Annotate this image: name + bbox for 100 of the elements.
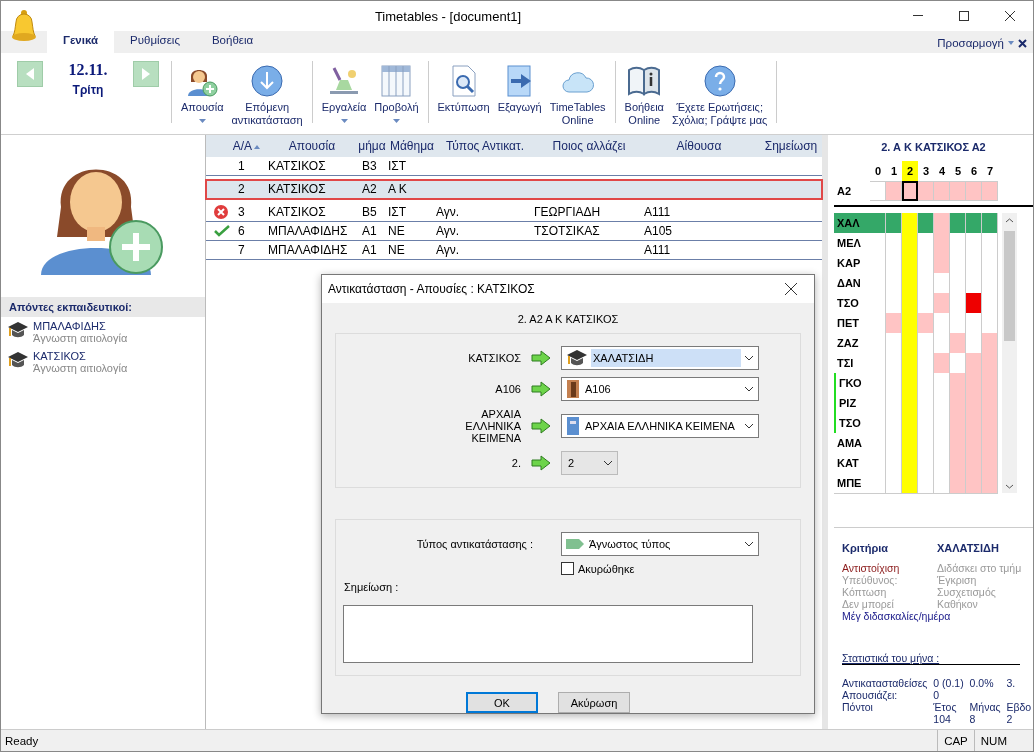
absence-reason: Άγνωστη αιτιολογία xyxy=(33,362,128,374)
door-icon xyxy=(566,379,580,399)
table-cell-text: Αγν. xyxy=(436,224,461,238)
stat-value: 8 xyxy=(969,713,977,725)
period-label: 1 xyxy=(889,164,899,179)
criterion-label: Μέγ διδασκαλίες/ημέρα xyxy=(842,610,951,622)
stat-value: Έτος xyxy=(933,701,958,713)
table-cell-text: ΤΣΟΤΣΙΚΑΣ xyxy=(534,224,601,238)
timetable-cell xyxy=(966,333,982,354)
timetable-cell xyxy=(950,473,966,494)
column-header[interactable]: Α/Α xyxy=(206,139,268,153)
stat-value: Πόντοι xyxy=(842,701,874,713)
dialog-button[interactable]: OK xyxy=(466,692,538,713)
teacher-name[interactable]: ΚΑΤΣΙΚΟΣ xyxy=(33,350,128,362)
stat-value: 104 xyxy=(933,713,952,725)
dropdown-field[interactable]: Α106 xyxy=(561,377,759,401)
column-header[interactable]: Αίθουσα xyxy=(644,139,754,153)
dropdown-field[interactable]: 2 xyxy=(561,451,618,475)
table-cell-text: Α2 xyxy=(361,182,378,196)
customize-menu[interactable]: Προσαρμογή xyxy=(937,37,1004,49)
timetable-cell xyxy=(918,233,934,254)
help-icon xyxy=(703,65,736,97)
table-cell-text: ΓΕΩΡΓΙΑΔΗ xyxy=(534,205,602,219)
timetable-cell xyxy=(950,313,966,334)
ribbon-tab[interactable]: Βοήθεια xyxy=(195,31,270,53)
checkbox[interactable] xyxy=(561,562,574,575)
toolbar-button[interactable]: TimeTables Online xyxy=(545,61,610,127)
arrow-right-icon xyxy=(531,418,551,434)
close-icon[interactable] xyxy=(1018,38,1027,48)
field-label: Α106 xyxy=(494,383,521,395)
dropdown-field[interactable]: ΑΡΧΑΙΑ ΕΛΛΗΝΙΚΑ ΚΕΙΜΕΝΑ xyxy=(561,414,759,438)
criteria-title: Κριτήρια xyxy=(842,542,890,554)
stat-value: 0 xyxy=(933,689,941,701)
criterion-label: Συσχετισμός xyxy=(937,586,997,598)
table-row[interactable]: 2 ΚΑΤΣΙΚΟΣ Α2 Α Κ xyxy=(206,180,822,199)
close-icon[interactable] xyxy=(1005,11,1015,21)
weekday-text: Τρίτη xyxy=(72,83,104,97)
criterion-label: Υπεύθυνος: xyxy=(842,574,898,586)
toolbar-button[interactable]: Βοήθεια Online xyxy=(620,61,668,127)
close-icon[interactable] xyxy=(785,283,797,295)
grid-icon xyxy=(381,65,412,97)
column-header[interactable]: Ποιος αλλάζει xyxy=(534,139,644,153)
chevron-down-icon xyxy=(744,541,754,547)
column-header[interactable]: μήμα xyxy=(356,139,388,153)
criterion-label: Δεν μπορεί xyxy=(842,598,895,610)
section-title: Απόντες εκπαιδευτικοί: xyxy=(1,297,205,317)
table-cell-text: ΚΑΤΣΙΚΟΣ xyxy=(268,182,327,196)
timetable-cell xyxy=(886,473,902,494)
error-icon xyxy=(214,205,228,219)
timetable-cell xyxy=(966,353,982,374)
dialog-title: Αντικατάσταση - Απουσίες : ΚΑΤΣΙΚΟΣ xyxy=(328,282,536,296)
dropdown-field[interactable]: Άγνωστος τύπος xyxy=(561,532,759,556)
timetable-cell xyxy=(886,313,902,334)
toolbar-button[interactable]: Εκτύπωση xyxy=(433,61,494,114)
toolbar-button[interactable]: Προβολή xyxy=(370,61,423,123)
checkmark-icon xyxy=(214,225,230,237)
period-label: 2 xyxy=(902,161,918,181)
table-cell-text: ΚΑΤΣΙΚΟΣ xyxy=(268,159,327,173)
note-field[interactable] xyxy=(343,605,753,663)
maximize-icon[interactable] xyxy=(959,11,969,21)
teacher-code[interactable]: ΡΙΖ xyxy=(834,393,870,414)
toolbar-button[interactable]: Έχετε Ερωτήσεις; Σχόλια; Γράψτε μας xyxy=(667,61,772,127)
table-row[interactable]: 3 ΚΑΤΣΙΚΟΣ Β5 ΙΣΤ Αγν. ΓΕΩΡΓΙΑΔΗ Α111 xyxy=(206,203,822,222)
period-label: 0 xyxy=(873,164,883,179)
column-header[interactable]: Τύπος Αντικατ. xyxy=(436,139,534,153)
timetable-cell xyxy=(982,313,998,334)
ribbon-tab[interactable]: Γενικά xyxy=(47,31,115,53)
timetable-cell xyxy=(966,233,982,254)
column-header[interactable]: Μάθημα xyxy=(388,139,436,153)
minimize-icon[interactable] xyxy=(913,15,923,17)
toolbar-button[interactable]: Εργαλεία xyxy=(317,61,371,123)
ribbon-tab[interactable]: Ρυθμίσεις xyxy=(114,31,196,53)
period-label: 6 xyxy=(969,164,979,179)
teacher-name[interactable]: ΜΠΑΛΑΦΙΔΗΣ xyxy=(33,320,128,332)
column-header[interactable]: Απουσία xyxy=(268,139,356,153)
timetable-cell xyxy=(950,233,966,254)
teacher-code[interactable]: ΜΠΕ xyxy=(834,473,870,494)
table-cell-text: Α105 xyxy=(644,224,674,238)
column-header[interactable]: Σημείωση xyxy=(754,139,828,153)
dialog-button[interactable]: Ακύρωση xyxy=(558,692,630,713)
timetable-cell xyxy=(966,181,982,201)
table-cell-text: Α1 xyxy=(361,224,378,238)
toolbar-button[interactable]: Επόμενη αντικατάσταση xyxy=(227,61,307,127)
teacher-code[interactable]: ΓΚΟ xyxy=(834,373,870,394)
period-label: 7 xyxy=(985,164,995,179)
dialog-heading: 2. Α2 Α Κ ΚΑΤΣΙΚΟΣ xyxy=(516,313,620,325)
checkbox-label: Ακυρώθηκε xyxy=(578,562,635,575)
timetable-cell xyxy=(934,353,950,374)
timetable-cell xyxy=(982,333,998,354)
toolbar-button[interactable]: Εξαγωγή xyxy=(493,61,546,114)
teacher-code[interactable]: ΤΣΟ xyxy=(834,413,870,434)
table-cell-text: Αγν. xyxy=(436,205,461,219)
toolbar-button[interactable]: Απουσία xyxy=(177,61,228,123)
field-label: ΚΑΤΣΙΚΟΣ xyxy=(467,352,521,364)
stat-value: 0.0% xyxy=(969,677,995,689)
timetable-cell xyxy=(902,181,918,201)
table-cell-text: Β5 xyxy=(361,205,378,219)
table-row[interactable]: 6 ΜΠΑΛΑΦΙΔΗΣ Α1 ΝΕ Αγν. ΤΣΟΤΣΙΚΑΣ Α105 xyxy=(206,222,822,241)
dropdown-field[interactable]: ΧΑΛΑΤΣΙΔΗ xyxy=(561,346,759,370)
table-cell-text: Α111 xyxy=(644,243,672,257)
